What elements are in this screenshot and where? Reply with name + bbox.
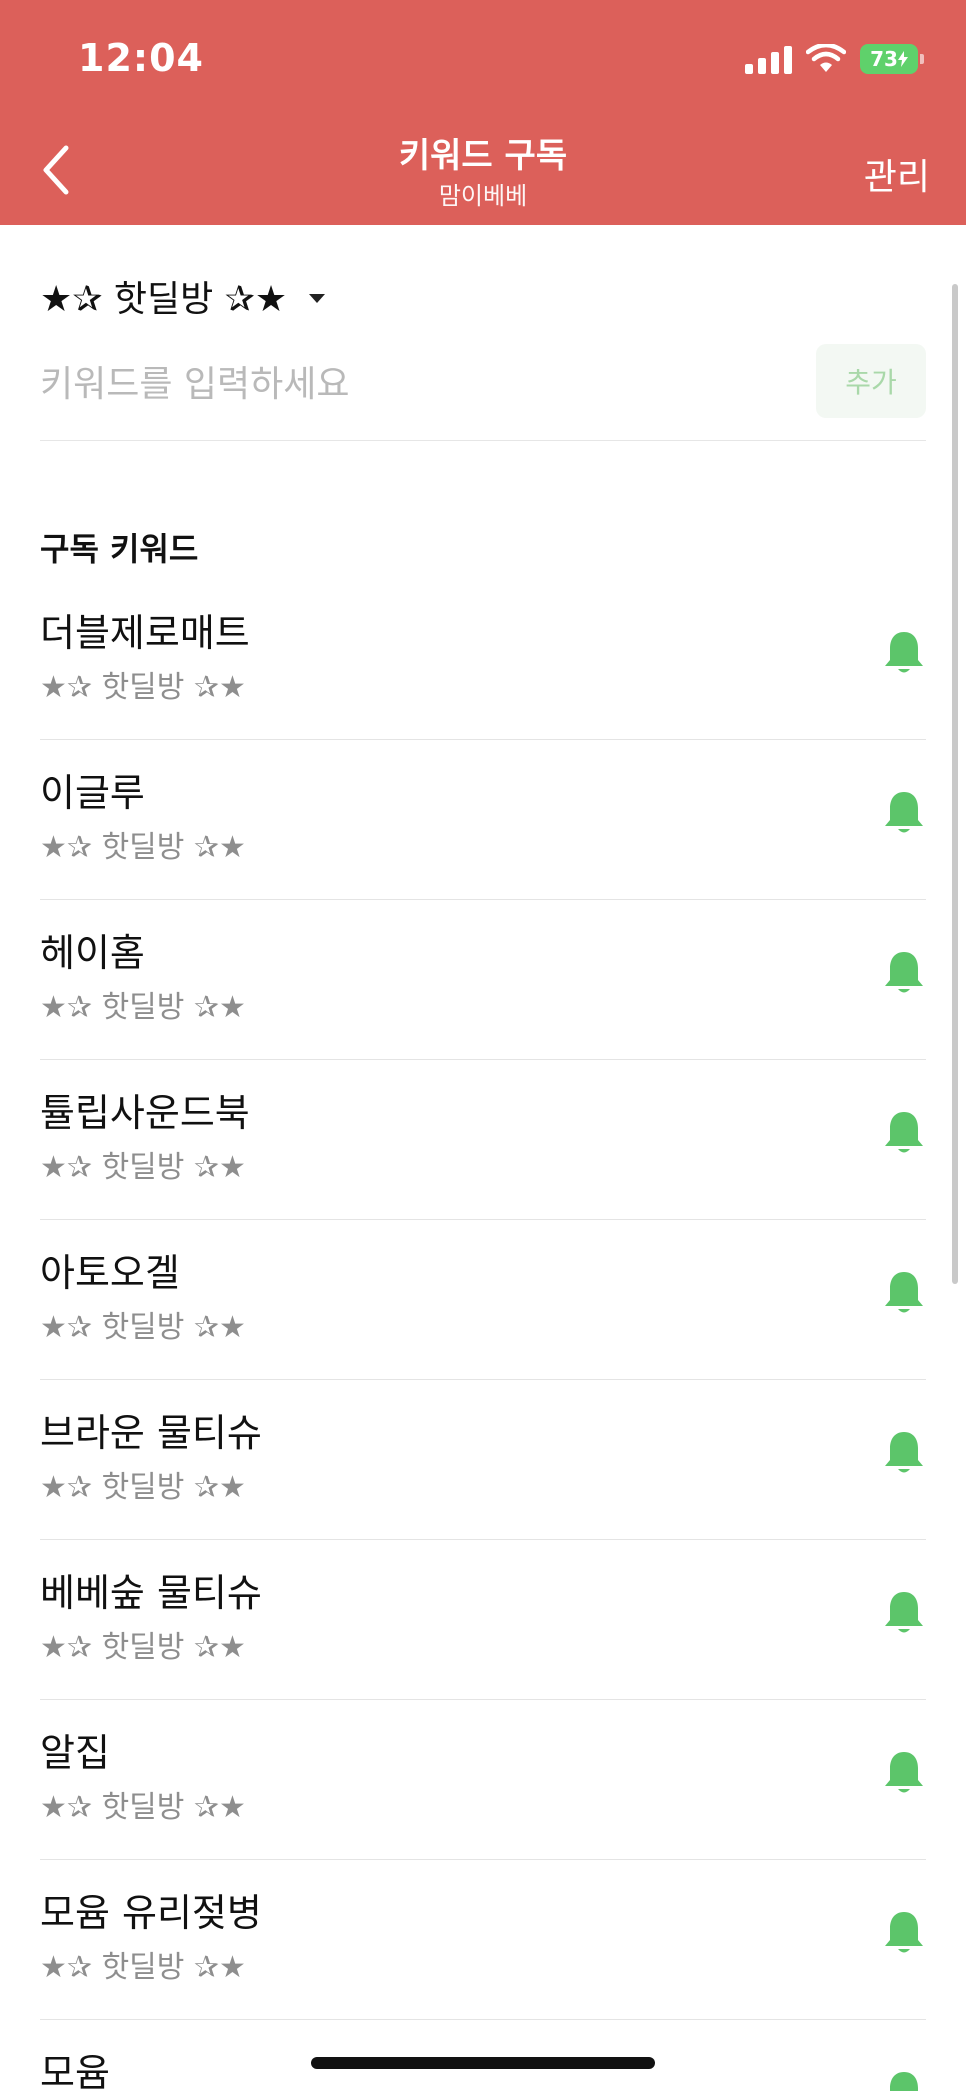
page-subtitle: 맘이베베 xyxy=(438,182,528,210)
keyword-input-row: 추가 xyxy=(40,344,926,441)
keyword-name: 모윰 xyxy=(40,2051,110,2091)
keyword-name: 브라운 물티슈 xyxy=(40,1411,262,1455)
keyword-room: ★✰ 핫딜방 ✰★ xyxy=(40,830,246,865)
keyword-name: 아토오겔 xyxy=(40,1251,180,1295)
charging-bolt-icon xyxy=(897,51,908,67)
home-indicator xyxy=(311,2057,655,2069)
keyword-name: 모윰 유리젖병 xyxy=(40,1891,262,1935)
keyword-name: 베베숲 물티슈 xyxy=(40,1571,262,1615)
keyword-name: 이글루 xyxy=(40,771,145,815)
top-bar: 12:04 73 키워드 구독 맘이베베 관리 xyxy=(0,0,966,225)
keyword-name: 알집 xyxy=(40,1731,110,1775)
keyword-name: 더블제로매트 xyxy=(40,611,250,655)
keyword-row[interactable]: 이글루 ★✰ 핫딜방 ✰★ xyxy=(40,740,926,900)
caret-down-icon xyxy=(309,293,326,303)
bell-icon[interactable] xyxy=(882,1588,926,1638)
bell-icon[interactable] xyxy=(882,2068,926,2091)
bell-icon[interactable] xyxy=(882,628,926,678)
keyword-row[interactable]: 헤이홈 ★✰ 핫딜방 ✰★ xyxy=(40,900,926,1060)
bell-icon[interactable] xyxy=(882,1428,926,1478)
keyword-row[interactable]: 더블제로매트 ★✰ 핫딜방 ✰★ xyxy=(40,580,926,740)
keyword-row[interactable]: 브라운 물티슈 ★✰ 핫딜방 ✰★ xyxy=(40,1380,926,1540)
page-title: 키워드 구독 xyxy=(398,136,568,176)
scrollbar[interactable] xyxy=(952,284,958,1284)
bell-icon[interactable] xyxy=(882,1908,926,1958)
status-icons: 73 xyxy=(745,44,924,74)
battery-level: 73 xyxy=(870,47,898,71)
bell-icon[interactable] xyxy=(882,1268,926,1318)
room-selector-label: ★✰ 핫딜방 ✰★ xyxy=(40,279,288,320)
bell-icon[interactable] xyxy=(882,788,926,838)
keyword-room: ★✰ 핫딜방 ✰★ xyxy=(40,990,246,1025)
keyword-room: ★✰ 핫딜방 ✰★ xyxy=(40,1630,246,1665)
keyword-room: ★✰ 핫딜방 ✰★ xyxy=(40,1310,246,1345)
wifi-icon xyxy=(806,44,846,72)
keyword-input[interactable] xyxy=(40,354,800,414)
keyword-subscription-screen: 12:04 73 키워드 구독 맘이베베 관리 ★✰ 핫딜방 ✰★ 키워드를 입… xyxy=(0,0,966,2091)
signal-icon xyxy=(745,44,792,74)
add-keyword-button[interactable]: 추가 xyxy=(816,344,926,418)
bell-icon[interactable] xyxy=(882,948,926,998)
keyword-row[interactable]: 모윰 유리젖병 ★✰ 핫딜방 ✰★ xyxy=(40,1860,926,2020)
keyword-room: ★✰ 핫딜방 ✰★ xyxy=(40,670,246,705)
keyword-row[interactable]: 튤립사운드북 ★✰ 핫딜방 ✰★ xyxy=(40,1060,926,1220)
keyword-room: ★✰ 핫딜방 ✰★ xyxy=(40,1790,246,1825)
keyword-row[interactable]: 알집 ★✰ 핫딜방 ✰★ xyxy=(40,1700,926,1860)
keyword-row[interactable]: 아토오겔 ★✰ 핫딜방 ✰★ xyxy=(40,1220,926,1380)
keyword-row[interactable]: 모윰 xyxy=(40,2020,926,2091)
keyword-room: ★✰ 핫딜방 ✰★ xyxy=(40,1950,246,1985)
status-time: 12:04 xyxy=(78,36,204,80)
room-selector[interactable]: ★✰ 핫딜방 ✰★ xyxy=(40,270,326,322)
keyword-room: ★✰ 핫딜방 ✰★ xyxy=(40,1470,246,1505)
keyword-row[interactable]: 베베숲 물티슈 ★✰ 핫딜방 ✰★ xyxy=(40,1540,926,1700)
bell-icon[interactable] xyxy=(882,1108,926,1158)
manage-button[interactable]: 관리 xyxy=(864,148,930,200)
keyword-room: ★✰ 핫딜방 ✰★ xyxy=(40,1150,246,1185)
section-title: 구독 키워드 xyxy=(40,530,199,568)
battery-icon: 73 xyxy=(860,44,924,74)
keyword-list: 더블제로매트 ★✰ 핫딜방 ✰★ 이글루 ★✰ 핫딜방 ✰★ 헤이홈 ★✰ 핫딜방 ✰★ 튤… xyxy=(40,580,926,2091)
keyword-name: 튤립사운드북 xyxy=(40,1091,250,1135)
bell-icon[interactable] xyxy=(882,1748,926,1798)
keyword-name: 헤이홈 xyxy=(40,931,145,975)
